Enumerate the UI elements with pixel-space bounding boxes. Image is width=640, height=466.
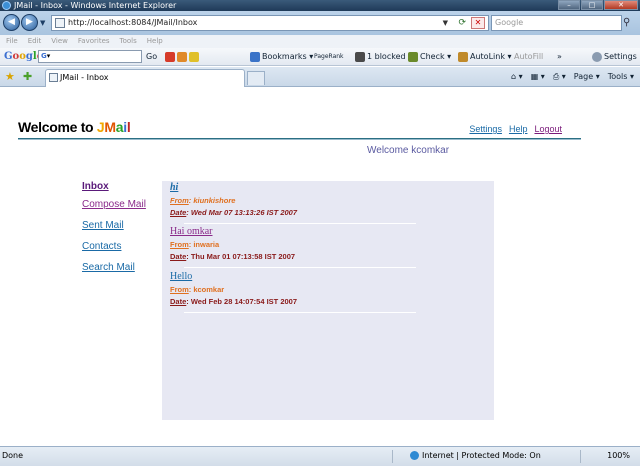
search-input[interactable]: Google — [491, 15, 622, 31]
security-zone[interactable]: Internet | Protected Mode: On — [410, 447, 541, 465]
page-icon — [55, 18, 65, 28]
tools-menu[interactable]: Tools ▾ — [608, 67, 634, 87]
mail-item: Hai omkar From: inwaria Date: Thu Mar 01… — [170, 226, 490, 268]
page-menu[interactable]: Page ▾ — [574, 67, 600, 87]
bookmarks-button[interactable]: Bookmarks ▾ — [250, 48, 313, 66]
tab-bar: ★ ✚ JMail - Inbox ⌂ ▾ ▦ ▾ ⎙ ▾ Page ▾ Too… — [0, 67, 640, 87]
mail-date: Date: Wed Mar 07 13:13:26 IST 2007 — [170, 208, 298, 217]
add-favorite-icon[interactable]: ✚ — [23, 70, 32, 83]
mail-item: Hello From: kcomkar Date: Wed Feb 28 14:… — [170, 271, 490, 313]
menu-help[interactable]: Help — [147, 35, 163, 48]
sidebar-nav: Inbox Compose Mail Sent Mail Contacts Se… — [82, 181, 162, 273]
address-bar[interactable]: http://localhost:8084/JMail/Inbox ▼ ⟳ ✕ — [51, 15, 489, 31]
refresh-icon[interactable]: ⟳ — [458, 16, 466, 30]
more-chevron-icon[interactable]: » — [557, 48, 562, 66]
sidebar-item-sent[interactable]: Sent Mail — [82, 220, 162, 231]
address-url: http://localhost:8084/JMail/Inbox — [68, 18, 198, 27]
page-content: Welcome to JMail Settings Help Logout We… — [0, 88, 640, 446]
sidebar-item-compose[interactable]: Compose Mail — [82, 199, 162, 210]
mail-subject-link[interactable]: hi — [170, 182, 490, 193]
star-icon — [250, 51, 260, 62]
tab-favicon-icon — [49, 73, 58, 82]
menu-file[interactable]: File — [6, 35, 18, 48]
feeds-icon[interactable]: ▦ ▾ — [531, 67, 545, 87]
maximize-button[interactable]: □ — [581, 0, 603, 10]
forward-button[interactable]: ▶ — [21, 14, 38, 31]
check-icon — [408, 51, 418, 62]
help-link[interactable]: Help — [509, 124, 528, 134]
address-dropdown-icon[interactable]: ▼ — [443, 16, 448, 30]
toolbar-buttons[interactable] — [165, 48, 201, 66]
zoom-level[interactable]: 100% — [607, 447, 630, 465]
autofill-button[interactable]: AutoFill — [514, 48, 543, 66]
settings-button[interactable]: Settings — [592, 48, 637, 66]
gear-icon — [592, 51, 602, 62]
sidebar-item-search[interactable]: Search Mail — [82, 262, 162, 273]
home-icon[interactable]: ⌂ ▾ — [511, 67, 523, 87]
google-search-field[interactable]: G▾ — [38, 50, 142, 63]
close-button[interactable]: ✕ — [604, 0, 638, 10]
menu-tools[interactable]: Tools — [120, 35, 137, 48]
mail-subject-link[interactable]: Hello — [170, 271, 490, 282]
status-text: Done — [2, 451, 24, 460]
status-bar: Done Internet | Protected Mode: On 100% — [0, 446, 640, 466]
mail-from: From: inwaria — [170, 240, 220, 249]
stop-icon[interactable]: ✕ — [471, 17, 485, 29]
go-button[interactable]: Go — [146, 48, 157, 66]
window-title: JMail - Inbox - Windows Internet Explore… — [14, 1, 177, 10]
gmail-icon — [165, 51, 175, 62]
tab-jmail-inbox[interactable]: JMail - Inbox — [45, 69, 245, 87]
menu-bar: File Edit View Favorites Tools Help — [0, 35, 640, 48]
spellcheck-button[interactable]: Check ▾ — [408, 48, 451, 66]
globe-icon — [410, 451, 419, 460]
mail-date: Date: Thu Mar 01 07:13:58 IST 2007 — [170, 252, 296, 261]
back-button[interactable]: ◀ — [3, 14, 20, 31]
new-tab-button[interactable] — [247, 71, 265, 85]
settings-link[interactable]: Settings — [469, 124, 502, 134]
address-toolbar: ◀ ▶ ▼ http://localhost:8084/JMail/Inbox … — [0, 11, 640, 35]
menu-view[interactable]: View — [51, 35, 68, 48]
sidebar-item-contacts[interactable]: Contacts — [82, 241, 162, 252]
blocker-icon — [355, 51, 365, 62]
autolink-button[interactable]: AutoLink ▾ — [458, 48, 512, 66]
welcome-message: Welcome kcomkar — [367, 145, 450, 156]
recent-pages-chevron-icon[interactable]: ▼ — [40, 19, 45, 27]
status-separator — [392, 450, 393, 463]
header-divider — [18, 138, 581, 140]
mail-divider — [184, 312, 416, 313]
print-icon[interactable]: ⎙ ▾ — [553, 67, 566, 87]
logout-link[interactable]: Logout — [534, 124, 562, 134]
top-links: Settings Help Logout — [469, 124, 562, 134]
ie-logo-icon — [2, 1, 11, 10]
search-icon[interactable]: ⚲ — [623, 17, 635, 29]
mail-divider — [184, 267, 416, 268]
brand-heading: Welcome to JMail — [18, 119, 131, 135]
mail-date: Date: Wed Feb 28 14:07:54 IST 2007 — [170, 297, 298, 306]
wand-icon — [458, 51, 468, 62]
google-toolbar: Google G▾ Go Bookmarks ▾ PageRank 1 bloc… — [0, 48, 640, 66]
menu-edit[interactable]: Edit — [28, 35, 42, 48]
command-bar: ⌂ ▾ ▦ ▾ ⎙ ▾ Page ▾ Tools ▾ — [511, 67, 634, 87]
mail-divider — [184, 223, 416, 224]
news-icon — [189, 51, 199, 62]
maps-icon — [177, 51, 187, 62]
sidebar-item-inbox[interactable]: Inbox — [82, 181, 162, 192]
tab-label: JMail - Inbox — [60, 73, 109, 82]
pagerank-indicator: PageRank — [314, 53, 344, 60]
menu-favorites[interactable]: Favorites — [78, 35, 110, 48]
status-separator — [580, 450, 581, 463]
minimize-button[interactable]: – — [558, 0, 580, 10]
inbox-panel: hi From: kiunkishore Date: Wed Mar 07 13… — [162, 181, 494, 420]
favorites-star-icon[interactable]: ★ — [5, 70, 15, 83]
mail-from: From: kiunkishore — [170, 196, 236, 205]
mail-item: hi From: kiunkishore Date: Wed Mar 07 13… — [170, 182, 490, 224]
mail-from: From: kcomkar — [170, 285, 225, 294]
window-titlebar: JMail - Inbox - Windows Internet Explore… — [0, 0, 640, 11]
popup-blocker[interactable]: 1 blocked — [355, 48, 406, 66]
mail-subject-link[interactable]: Hai omkar — [170, 226, 490, 237]
